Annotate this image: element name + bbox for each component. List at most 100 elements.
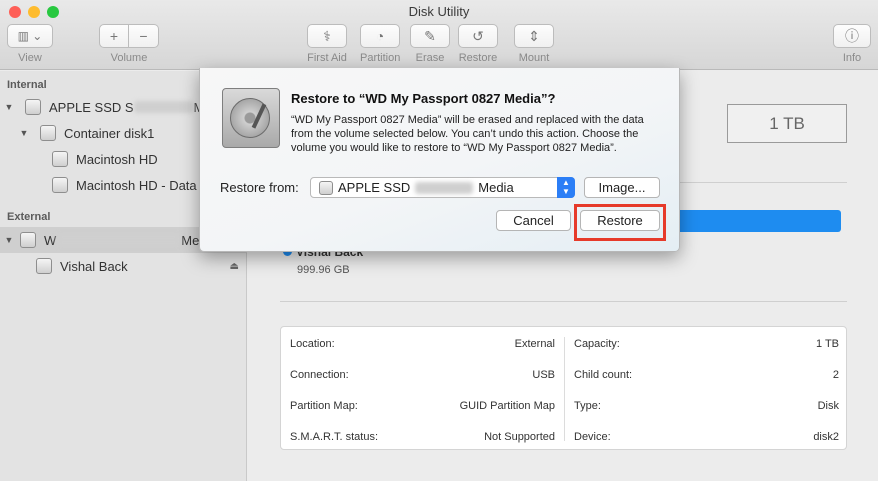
mount-group: ⇕ Mount xyxy=(514,24,554,64)
info-value: GUID Partition Map xyxy=(459,399,555,412)
restore-icon: ↺ xyxy=(472,27,484,44)
info-value: Not Supported xyxy=(484,430,555,443)
restore-button-highlight xyxy=(574,204,666,241)
volume-icon xyxy=(52,151,68,167)
info-label: S.M.A.R.T. status: xyxy=(290,430,379,443)
dialog-message: “WD My Passport 0827 Media” will be eras… xyxy=(291,114,644,154)
sidebar-item-label: Container disk1 xyxy=(64,125,155,141)
first-aid-button[interactable]: ⚕ xyxy=(307,24,347,48)
info-label: Info xyxy=(842,52,862,64)
info-label: Connection: xyxy=(290,368,349,381)
disclosure-triangle-icon[interactable]: ▼ xyxy=(18,128,30,138)
restore-label: Restore xyxy=(458,52,498,64)
info-label: Child count: xyxy=(574,368,633,381)
info-row: S.M.A.R.T. status: Not Supported xyxy=(281,421,564,452)
view-button[interactable]: ▥ ⌄ xyxy=(7,24,53,48)
source-label: APPLE SSD xyxy=(338,180,411,195)
volume-icon xyxy=(52,177,68,193)
info-value: disk2 xyxy=(813,430,839,443)
sidebar-item-label: W xyxy=(44,232,57,248)
remove-volume-button[interactable]: − xyxy=(129,24,159,48)
sidebar-internal-header: Internal xyxy=(7,79,47,91)
volume-label: Volume xyxy=(110,52,148,64)
minus-icon: − xyxy=(139,28,148,44)
restore-from-label: Restore from: xyxy=(220,180,299,195)
info-value: External xyxy=(514,337,555,350)
sidebar-item-label-end: Me xyxy=(181,232,200,248)
disclosure-triangle-icon[interactable]: ▼ xyxy=(3,102,15,112)
restore-source-popup[interactable]: APPLE SSD Media ▲ ▼ xyxy=(310,177,575,198)
view-label: View xyxy=(18,52,42,64)
sidebar-item-label: APPLE SSD S xyxy=(49,99,134,115)
erase-label: Erase xyxy=(415,52,445,64)
erase-group: ✎ Erase xyxy=(410,24,450,64)
info-label: Device: xyxy=(574,430,611,443)
info-value: 2 xyxy=(832,368,839,381)
info-label: Capacity: xyxy=(574,337,620,350)
info-value: USB xyxy=(532,368,555,381)
volume-size: 999.96 GB xyxy=(297,264,350,276)
partition-group: ◔ Partition xyxy=(360,24,400,64)
window-title: Disk Utility xyxy=(408,4,470,19)
redacted-text xyxy=(56,234,182,246)
sidebar-item-label: Macintosh HD xyxy=(76,151,158,167)
disk-capacity-box: 1 TB xyxy=(727,104,847,143)
first-aid-group: ⚕ First Aid xyxy=(307,24,347,64)
info-row: Connection: USB xyxy=(281,359,564,390)
info-icon: ⓘ xyxy=(845,28,859,44)
image-button[interactable]: Image... xyxy=(584,177,660,198)
info-value: Disk xyxy=(817,399,839,412)
info-row: Capacity: 1 TB xyxy=(565,328,848,359)
source-label-end: Media xyxy=(478,180,514,195)
info-row: Type: Disk xyxy=(565,390,848,421)
external-disk-icon xyxy=(20,232,36,248)
sidebar-item-vishal-back[interactable]: Vishal Back ⏏ xyxy=(0,253,247,279)
popup-arrows-icon: ▲ ▼ xyxy=(557,177,575,198)
container-icon xyxy=(40,125,56,141)
info-label: Type: xyxy=(574,399,601,412)
disclosure-triangle-icon[interactable]: ▼ xyxy=(3,235,15,245)
sidebar-icon: ▥ ⌄ xyxy=(17,29,43,43)
partition-label: Partition xyxy=(360,52,401,64)
eject-icon[interactable]: ⏏ xyxy=(230,261,239,272)
add-volume-button[interactable]: + xyxy=(99,24,129,48)
info-row: Device: disk2 xyxy=(565,421,848,452)
redacted-text xyxy=(415,181,474,194)
stethoscope-icon: ⚕ xyxy=(323,27,331,44)
volume-icon xyxy=(36,258,52,274)
info-row: Partition Map: GUID Partition Map xyxy=(281,390,564,421)
dialog-title: Restore to “WD My Passport 0827 Media”? xyxy=(291,91,556,106)
erase-icon: ✎ xyxy=(424,27,436,44)
sidebar-item-label: Macintosh HD - Data xyxy=(76,177,197,193)
info-value: 1 TB xyxy=(815,337,839,350)
info-column-right: Capacity: 1 TB Child count: 2 Type: Disk… xyxy=(565,327,848,451)
disk-icon xyxy=(25,99,41,115)
restore-group: ↺ Restore xyxy=(458,24,498,64)
mount-icon: ⇕ xyxy=(528,27,540,44)
info-row: Location: External xyxy=(281,328,564,359)
info-label: Location: xyxy=(290,337,335,350)
toolbar: Disk Utility ▥ ⌄ View + − Volume ⚕ First… xyxy=(0,0,878,70)
mount-button[interactable]: ⇕ xyxy=(514,24,554,48)
cancel-button[interactable]: Cancel xyxy=(496,210,571,231)
disk-icon xyxy=(319,180,333,195)
hard-drive-icon xyxy=(222,88,280,148)
pie-icon: ◔ xyxy=(375,28,385,44)
info-group: ⓘ Info xyxy=(833,24,871,64)
sidebar-item-label: Vishal Back xyxy=(60,258,128,274)
mount-label: Mount xyxy=(518,52,550,64)
info-column-left: Location: External Connection: USB Parti… xyxy=(281,327,564,451)
info-row: Child count: 2 xyxy=(565,359,848,390)
volume-group: + − Volume xyxy=(99,24,159,64)
first-aid-label: First Aid xyxy=(307,52,347,64)
restore-dialog: Restore to “WD My Passport 0827 Media”? … xyxy=(199,68,680,252)
sidebar-external-header: External xyxy=(7,211,51,223)
view-group: ▥ ⌄ View xyxy=(7,24,53,64)
info-button[interactable]: ⓘ xyxy=(833,24,871,48)
partition-button[interactable]: ◔ xyxy=(360,24,400,48)
restore-toolbar-button[interactable]: ↺ xyxy=(458,24,498,48)
redacted-text xyxy=(133,101,194,113)
info-table: Location: External Connection: USB Parti… xyxy=(280,326,847,450)
erase-button[interactable]: ✎ xyxy=(410,24,450,48)
info-label: Partition Map: xyxy=(290,399,358,412)
